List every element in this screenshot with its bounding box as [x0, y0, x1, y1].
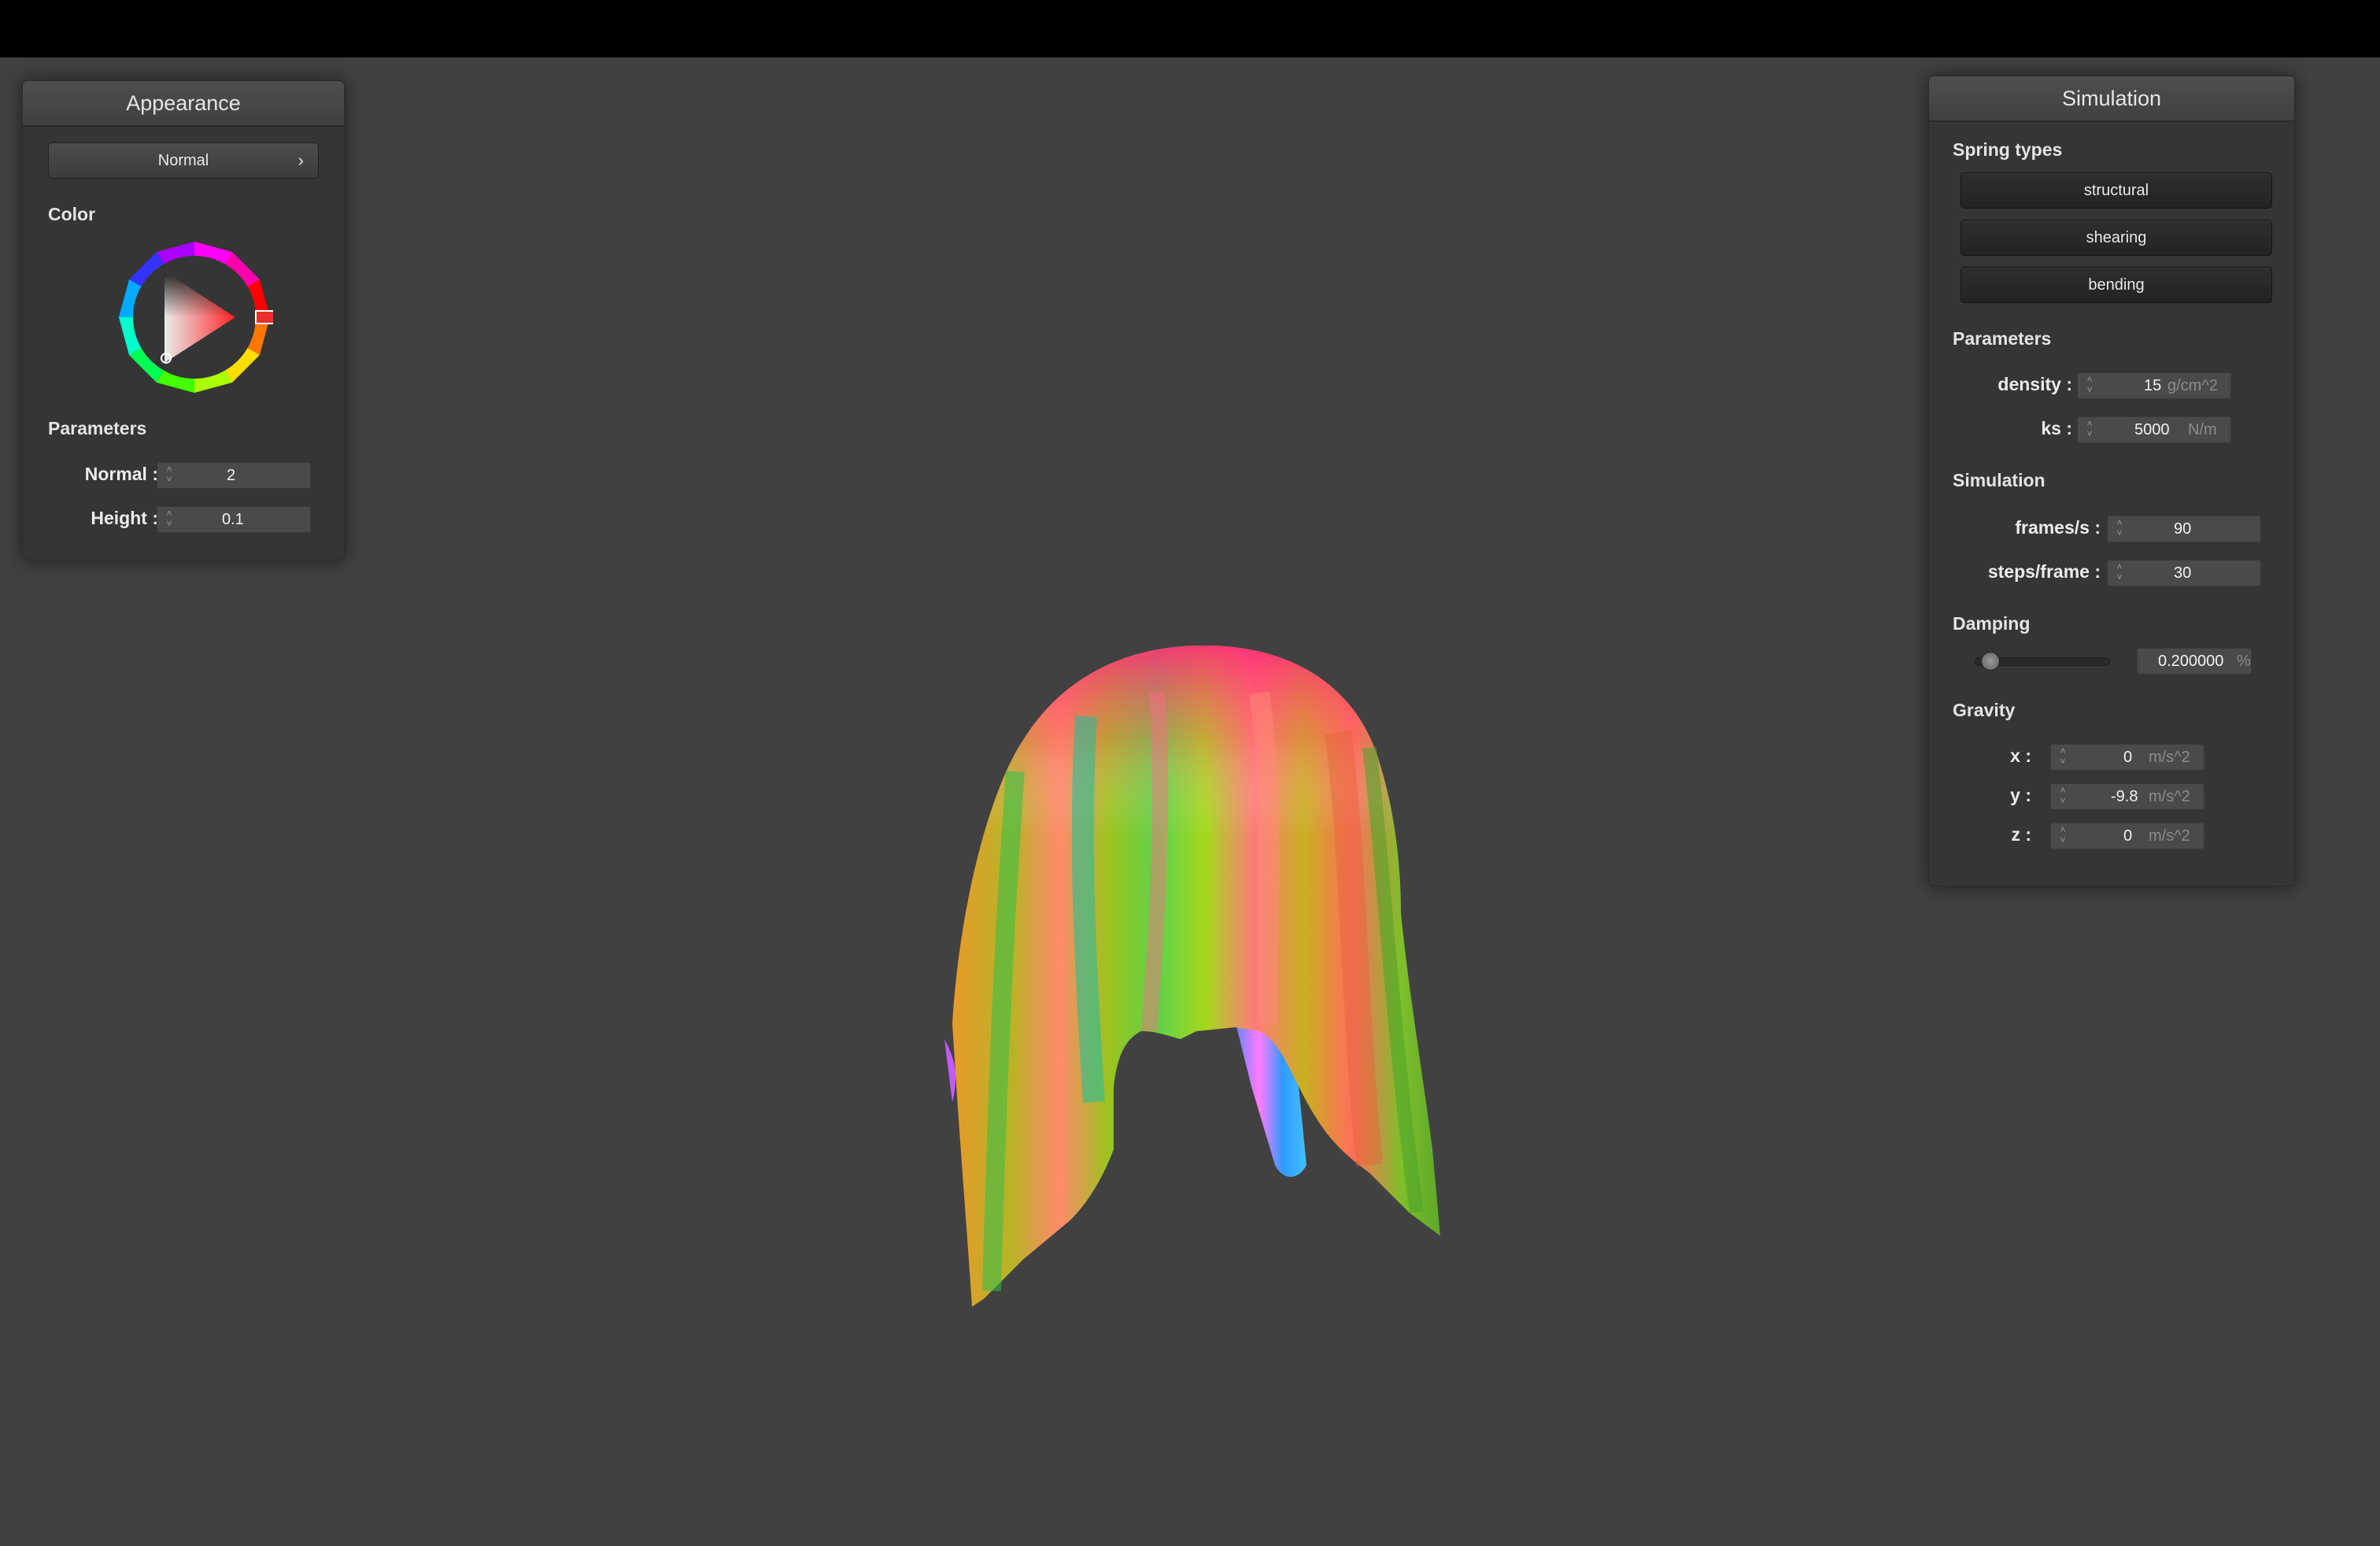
color-section-label: Color — [48, 204, 96, 224]
height-label: Height : — [91, 508, 158, 528]
stepper-icon[interactable]: ˄ ˅ — [2114, 518, 2125, 540]
damping-label: Damping — [1953, 613, 2031, 634]
gravity-y-label: y : — [2010, 785, 2031, 805]
stepper-icon[interactable]: ˄ ˅ — [2114, 562, 2125, 584]
appearance-panel: Appearance Normal › Color Parameters Nor… — [22, 80, 345, 560]
normal-label: Normal : — [84, 464, 158, 484]
cloth-render[interactable] — [929, 598, 1495, 1307]
normal-strength-input[interactable]: ˄ ˅ 2 — [157, 462, 311, 489]
structural-toggle-button[interactable]: structural — [1961, 172, 2272, 209]
window-title-bar — [0, 0, 2380, 57]
frames-per-second-label: frames/s : — [2015, 517, 2101, 538]
gravity-z-label: z : — [2011, 824, 2031, 845]
steps-per-frame-input[interactable]: ˄ ˅ 30 — [2107, 560, 2261, 586]
shading-mode-dropdown[interactable]: Normal › — [48, 142, 319, 179]
stepper-icon[interactable]: ˄ ˅ — [2057, 786, 2068, 808]
spring-types-label: Spring types — [1953, 139, 2063, 160]
stepper-icon[interactable]: ˄ ˅ — [164, 464, 175, 486]
gravity-x-label: x : — [2010, 745, 2031, 766]
shading-mode-value: Normal — [157, 152, 209, 169]
gravity-y-input[interactable]: ˄ ˅ -9.8 m/s^2 — [2050, 783, 2204, 810]
frames-per-second-input[interactable]: ˄ ˅ 90 — [2107, 516, 2261, 542]
simulation-panel: Simulation Spring types structural shear… — [1928, 76, 2295, 886]
height-input[interactable]: ˄ ˅ 0.1 — [157, 506, 311, 533]
density-label: density : — [1998, 374, 2072, 394]
simulation-panel-title[interactable]: Simulation — [1929, 76, 2294, 122]
stepper-icon[interactable]: ˄ ˅ — [164, 509, 175, 531]
density-input[interactable]: ˄ ˅ 15 g/cm^2 — [2077, 372, 2231, 399]
ks-label: ks : — [2041, 418, 2072, 438]
damping-slider-handle[interactable] — [1980, 652, 2000, 671]
steps-per-frame-label: steps/frame : — [1987, 561, 2101, 582]
simulation-parameters-label: Parameters — [1953, 328, 2052, 349]
damping-value-input[interactable]: 0.200000 % — [2137, 648, 2252, 675]
chevron-right-icon: › — [298, 150, 304, 170]
stepper-icon[interactable]: ˄ ˅ — [2084, 375, 2095, 397]
appearance-panel-title[interactable]: Appearance — [23, 81, 344, 127]
color-wheel-icon[interactable] — [116, 239, 273, 396]
gravity-z-input[interactable]: ˄ ˅ 0 m/s^2 — [2050, 823, 2204, 849]
simulation-section-label: Simulation — [1953, 470, 2046, 490]
stepper-icon[interactable]: ˄ ˅ — [2084, 419, 2095, 441]
stepper-icon[interactable]: ˄ ˅ — [2057, 746, 2068, 768]
stepper-icon[interactable]: ˄ ˅ — [2057, 825, 2068, 847]
bending-toggle-button[interactable]: bending — [1961, 267, 2272, 303]
appearance-parameters-label: Parameters — [48, 418, 147, 438]
ks-input[interactable]: ˄ ˅ 5000 N/m — [2077, 416, 2231, 443]
shearing-toggle-button[interactable]: shearing — [1961, 220, 2272, 256]
gravity-x-input[interactable]: ˄ ˅ 0 m/s^2 — [2050, 744, 2204, 771]
gravity-label: Gravity — [1953, 700, 2016, 720]
